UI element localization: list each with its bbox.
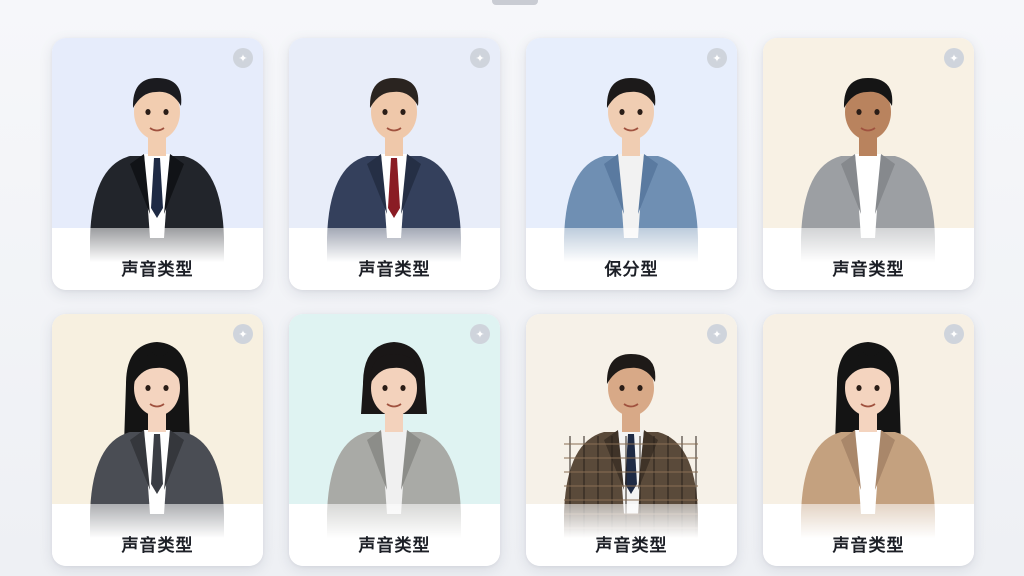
label-band: 保分型 [526,228,737,290]
voice-icon[interactable]: ✦ [944,324,964,344]
card-label: 声音类型 [121,535,194,556]
label-band: 声音类型 [526,504,737,566]
eye-right [874,385,880,391]
card-label: 声音类型 [595,535,668,556]
label-band: 声音类型 [763,228,974,290]
eye-right [400,385,406,391]
label-band: 声音类型 [52,504,263,566]
eye-left [145,109,151,115]
card-label: 保分型 [604,259,659,280]
hair-bun [863,344,879,356]
label-band: 声音类型 [289,228,500,290]
hair-bun [152,344,168,356]
voice-icon[interactable]: ✦ [233,324,253,344]
voice-card[interactable]: ✦ 声音类型 [763,38,974,290]
eye-left [856,109,862,115]
eye-right [637,109,643,115]
voice-card[interactable]: ✦ 保分型 [526,38,737,290]
voice-card[interactable]: ✦ 声音类型 [526,314,737,566]
eye-right [637,385,643,391]
card-label: 声音类型 [121,259,194,280]
voice-selection-page: ✦ 声音类型 ✦ 声音类型 ✦ 保分型 ✦ 声音类型 ✦ 声音类型 ✦ 声音类型… [0,0,1024,576]
eye-left [382,385,388,391]
card-label: 声音类型 [832,535,905,556]
voice-icon[interactable]: ✦ [707,48,727,68]
label-band: 声音类型 [52,228,263,290]
drag-handle[interactable] [492,0,538,5]
voice-icon[interactable]: ✦ [470,324,490,344]
card-label: 声音类型 [832,259,905,280]
label-band: 声音类型 [763,504,974,566]
voice-icon[interactable]: ✦ [944,48,964,68]
voice-card[interactable]: ✦ 声音类型 [289,38,500,290]
eye-right [874,109,880,115]
voice-icon[interactable]: ✦ [470,48,490,68]
voice-icon[interactable]: ✦ [233,48,253,68]
voice-card[interactable]: ✦ 声音类型 [763,314,974,566]
voice-card-grid: ✦ 声音类型 ✦ 声音类型 ✦ 保分型 ✦ 声音类型 ✦ 声音类型 ✦ 声音类型… [52,38,974,566]
eye-left [619,109,625,115]
voice-card[interactable]: ✦ 声音类型 [289,314,500,566]
eye-left [382,109,388,115]
eye-right [400,109,406,115]
card-label: 声音类型 [358,259,431,280]
eye-left [856,385,862,391]
card-label: 声音类型 [358,535,431,556]
eye-left [145,385,151,391]
voice-card[interactable]: ✦ 声音类型 [52,38,263,290]
voice-icon[interactable]: ✦ [707,324,727,344]
voice-card[interactable]: ✦ 声音类型 [52,314,263,566]
eye-left [619,385,625,391]
label-band: 声音类型 [289,504,500,566]
eye-right [163,385,169,391]
eye-right [163,109,169,115]
